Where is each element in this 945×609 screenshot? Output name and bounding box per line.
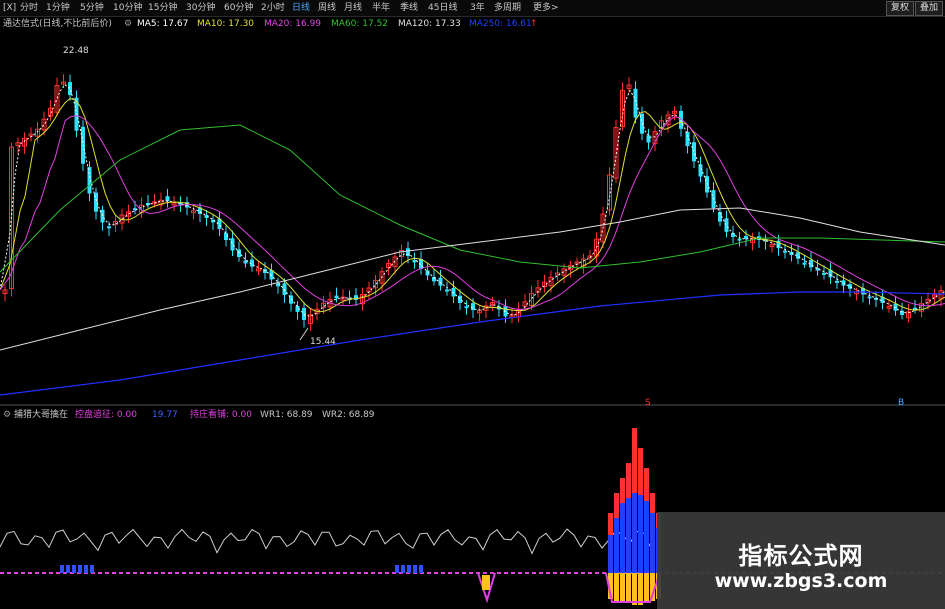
sell-signal-mark: S — [645, 398, 651, 408]
volume-bar — [84, 565, 88, 573]
volume-bar — [395, 565, 399, 573]
candle-body — [334, 295, 339, 299]
signal-bar-red — [608, 513, 613, 535]
candle-body — [802, 262, 807, 265]
watermark-url: www.zbgs3.com — [714, 570, 888, 592]
signal-bar-red — [620, 478, 625, 503]
candle-body — [68, 82, 72, 95]
ma120-line — [0, 207, 945, 351]
candle-body — [692, 142, 696, 162]
volume-bar — [419, 565, 423, 573]
candle-body — [445, 289, 449, 292]
candle-body — [464, 306, 469, 309]
indicator-value-5: WR2: 68.89 — [322, 410, 375, 420]
candle-body — [412, 259, 417, 263]
candle-body — [438, 277, 443, 286]
indicator-legend: ⚙ 捕猎大哥擒在 控盘追征: 0.00 19.77 持庄看铺: 0.00 WR1… — [0, 408, 945, 422]
candle-body — [822, 272, 826, 275]
low-price-label: 15.44 — [310, 337, 336, 347]
volume-bar — [90, 565, 94, 573]
buy-signal-mark: B — [898, 398, 905, 408]
ma-lines — [0, 84, 945, 396]
signal-bar-red — [650, 493, 655, 513]
signal-bar-yellow — [626, 573, 631, 603]
candle-body — [835, 280, 839, 283]
volume-bar — [66, 565, 70, 573]
signal-bar-blue — [644, 501, 649, 573]
signal-bar-red — [638, 448, 643, 495]
signal-bar-blue — [608, 535, 613, 573]
candle-body — [230, 238, 235, 251]
signal-bar-blue — [638, 495, 643, 573]
settings-icon[interactable]: ⚙ — [3, 409, 11, 421]
indicator-value-2: 19.77 — [152, 410, 178, 420]
candle-body — [471, 303, 475, 311]
volume-bar — [60, 565, 64, 573]
candle-body — [848, 284, 852, 289]
signal-bar-blue — [626, 498, 631, 573]
signal-bar-red — [614, 493, 619, 518]
signal-bar-blue — [650, 513, 655, 573]
candle-body — [737, 238, 742, 241]
signal-bar-yellow — [614, 573, 619, 603]
signal-bar-yellow — [644, 573, 649, 603]
signal-bar-yellow — [632, 573, 637, 605]
candle-body — [705, 176, 709, 193]
signal-bar-red — [632, 428, 637, 493]
signal-bar-blue — [620, 503, 625, 573]
signal-bar-blue — [632, 493, 637, 573]
signal-bar-red — [626, 463, 631, 498]
volume-bar — [401, 565, 405, 573]
volume-bar — [413, 565, 417, 573]
candle-body — [646, 135, 651, 143]
indicator-value-4: WR1: 68.89 — [260, 410, 313, 420]
indicator-value-3: 持庄看铺: 0.00 — [190, 410, 252, 420]
indicator-value-1: 控盘追征: 0.00 — [75, 410, 137, 420]
watermark-title: 指标公式网 — [738, 542, 864, 570]
candle-body — [783, 250, 787, 253]
signal-bar-blue — [614, 518, 619, 573]
wr-line — [0, 528, 652, 555]
volume-bar — [407, 565, 411, 573]
high-price-label: 22.48 — [63, 46, 89, 56]
signal-bar-yellow — [638, 573, 643, 605]
volume-bar — [72, 565, 76, 573]
candle-body — [867, 296, 872, 299]
volume-bar — [78, 565, 82, 573]
candle-body — [633, 88, 638, 118]
signal-bar-yellow — [620, 573, 625, 603]
signal-bar-yellow — [482, 575, 490, 590]
watermark: 指标公式网 www.zbgs3.com — [657, 512, 945, 609]
candle-body — [724, 218, 729, 232]
low-marker — [299, 327, 309, 341]
indicator-name: 捕猎大哥擒在 — [14, 410, 69, 420]
candle-body — [458, 295, 462, 303]
signal-bar-red — [644, 468, 649, 501]
candle-body — [744, 235, 748, 239]
candle-body — [107, 226, 111, 229]
